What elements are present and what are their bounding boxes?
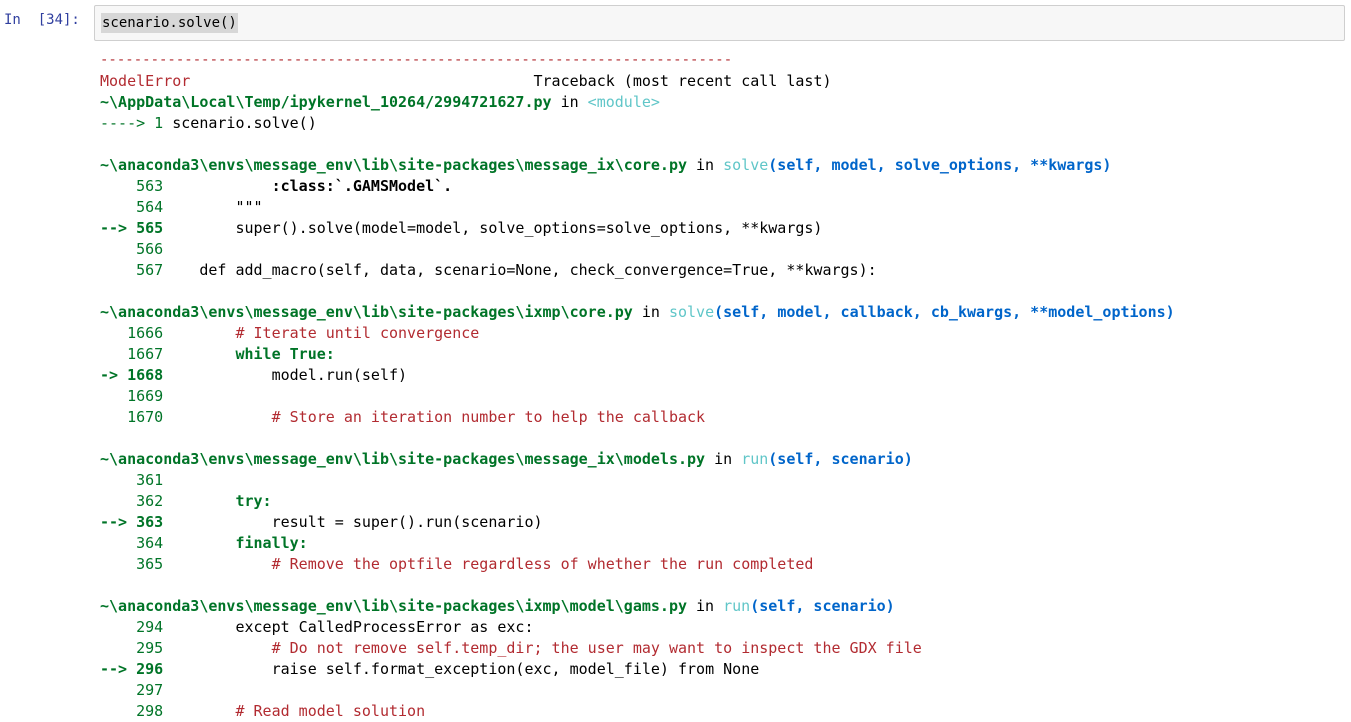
frame-header: ~\anaconda3\envs\message_env\lib\site-pa… — [100, 449, 1345, 470]
code-comment: # Read model solution — [163, 702, 426, 720]
code-line: 563 :class:`.GAMSModel`. — [100, 176, 1345, 197]
code-line: 361 — [100, 470, 1345, 491]
traceback-output: ----------------------------------------… — [100, 50, 1345, 722]
notebook-cell: In [34]: scenario.solve() --------------… — [0, 0, 1351, 721]
line-number: 365 — [100, 555, 164, 573]
code-line: 1666 # Iterate until convergence — [100, 323, 1345, 344]
frame-path: ~\anaconda3\envs\message_env\lib\site-pa… — [100, 156, 687, 174]
frame-in: in — [705, 450, 742, 468]
code-input-area[interactable]: scenario.solve() — [94, 5, 1345, 41]
frame-func: <module> — [587, 93, 660, 111]
code-text: try: — [163, 492, 272, 510]
line-number: --> 565 — [100, 219, 164, 237]
code-line: --> 565 super().solve(model=model, solve… — [100, 218, 1345, 239]
frame-in: in — [687, 597, 724, 615]
code-text: """ — [163, 198, 263, 216]
code-line: 294 except CalledProcessError as exc: — [100, 617, 1345, 638]
line-number: 1670 — [100, 408, 164, 426]
line-number: 298 — [100, 702, 164, 720]
code-line: 297 — [100, 680, 1345, 701]
frame-in: in — [551, 93, 588, 111]
header-spacer — [190, 72, 533, 90]
frame-in: in — [632, 303, 669, 321]
line-number: -> 1668 — [100, 366, 164, 384]
code-line: 566 — [100, 239, 1345, 260]
frame-args: (self, model, solve_options, **kwargs) — [768, 156, 1112, 174]
code-line: 362 try: — [100, 491, 1345, 512]
code-text: :class:`.GAMSModel`. — [163, 177, 453, 195]
separator-line: ----------------------------------------… — [100, 52, 733, 68]
code-comment: # Iterate until convergence — [163, 324, 480, 342]
code-line: 1669 — [100, 386, 1345, 407]
frame-func: run — [741, 450, 769, 468]
frame-arrow: ----> 1 — [100, 114, 173, 132]
code-line: 564 """ — [100, 197, 1345, 218]
code-line: -> 1668 model.run(self) — [100, 365, 1345, 386]
frame-header: ~\AppData\Local\Temp/ipykernel_10264/299… — [100, 92, 1345, 113]
code-line: --> 296 raise self.format_exception(exc,… — [100, 659, 1345, 680]
code-line: 1670 # Store an iteration number to help… — [100, 407, 1345, 428]
line-number: 567 — [100, 261, 164, 279]
code-text: def add_macro(self, data, scenario=None,… — [163, 261, 877, 279]
code-text: super().solve(model=model, solve_options… — [163, 219, 823, 237]
code-line: 298 # Read model solution — [100, 701, 1345, 722]
traceback-header: ModelError Traceback (most recent call l… — [100, 71, 1345, 92]
code-line: 567 def add_macro(self, data, scenario=N… — [100, 260, 1345, 281]
code-line: 365 # Remove the optfile regardless of w… — [100, 554, 1345, 575]
line-number: 1666 — [100, 324, 164, 342]
line-number: 1669 — [100, 387, 164, 405]
line-number: 1667 — [100, 345, 164, 363]
error-name: ModelError — [100, 72, 191, 90]
line-number: 362 — [100, 492, 164, 510]
code-comment: # Store an iteration number to help the … — [163, 408, 706, 426]
frame-header: ~\anaconda3\envs\message_env\lib\site-pa… — [100, 596, 1345, 617]
code-line: 364 finally: — [100, 533, 1345, 554]
line-number: 364 — [100, 534, 164, 552]
code-comment: # Remove the optfile regardless of wheth… — [163, 555, 814, 573]
frame-header: ~\anaconda3\envs\message_env\lib\site-pa… — [100, 155, 1345, 176]
frame-path: ~\anaconda3\envs\message_env\lib\site-pa… — [100, 450, 706, 468]
line-number: --> 296 — [100, 660, 164, 678]
traceback-title: Traceback (most recent call last) — [533, 72, 832, 90]
frame-func: solve — [668, 303, 715, 321]
code-text: finally: — [163, 534, 308, 552]
line-number: --> 363 — [100, 513, 164, 531]
line-number: 566 — [100, 240, 164, 258]
code-text: while True: — [163, 345, 335, 363]
input-code[interactable]: scenario.solve() — [101, 13, 238, 33]
frame-in: in — [687, 156, 724, 174]
input-prompt: In [34]: — [4, 12, 80, 28]
frame-path: ~\anaconda3\envs\message_env\lib\site-pa… — [100, 597, 687, 615]
code-line: 1667 while True: — [100, 344, 1345, 365]
line-number: 361 — [100, 471, 164, 489]
frame-path: ~\anaconda3\envs\message_env\lib\site-pa… — [100, 303, 633, 321]
line-number: 294 — [100, 618, 164, 636]
code-line: --> 363 result = super().run(scenario) — [100, 512, 1345, 533]
frame-func: solve — [723, 156, 769, 174]
frame-args: (self, model, callback, cb_kwargs, **mod… — [714, 303, 1175, 321]
code-text: result = super().run(scenario) — [163, 513, 543, 531]
frame-args: (self, scenario) — [750, 597, 895, 615]
frame-path: ~\AppData\Local\Temp/ipykernel_10264/299… — [100, 93, 552, 111]
frame-func: run — [723, 597, 751, 615]
code-text: model.run(self) — [163, 366, 408, 384]
frame-header: ~\anaconda3\envs\message_env\lib\site-pa… — [100, 302, 1345, 323]
line-number: 297 — [100, 681, 164, 699]
code-line: 295 # Do not remove self.temp_dir; the u… — [100, 638, 1345, 659]
code-line: ----> 1 scenario.solve() — [100, 113, 1345, 134]
line-number: 295 — [100, 639, 164, 657]
code-text: scenario.solve() — [172, 114, 317, 132]
code-text: except CalledProcessError as exc: — [163, 618, 534, 636]
code-text: raise self.format_exception(exc, model_f… — [163, 660, 760, 678]
line-number: 563 — [100, 177, 164, 195]
code-comment: # Do not remove self.temp_dir; the user … — [163, 639, 922, 657]
line-number: 564 — [100, 198, 164, 216]
frame-args: (self, scenario) — [768, 450, 913, 468]
